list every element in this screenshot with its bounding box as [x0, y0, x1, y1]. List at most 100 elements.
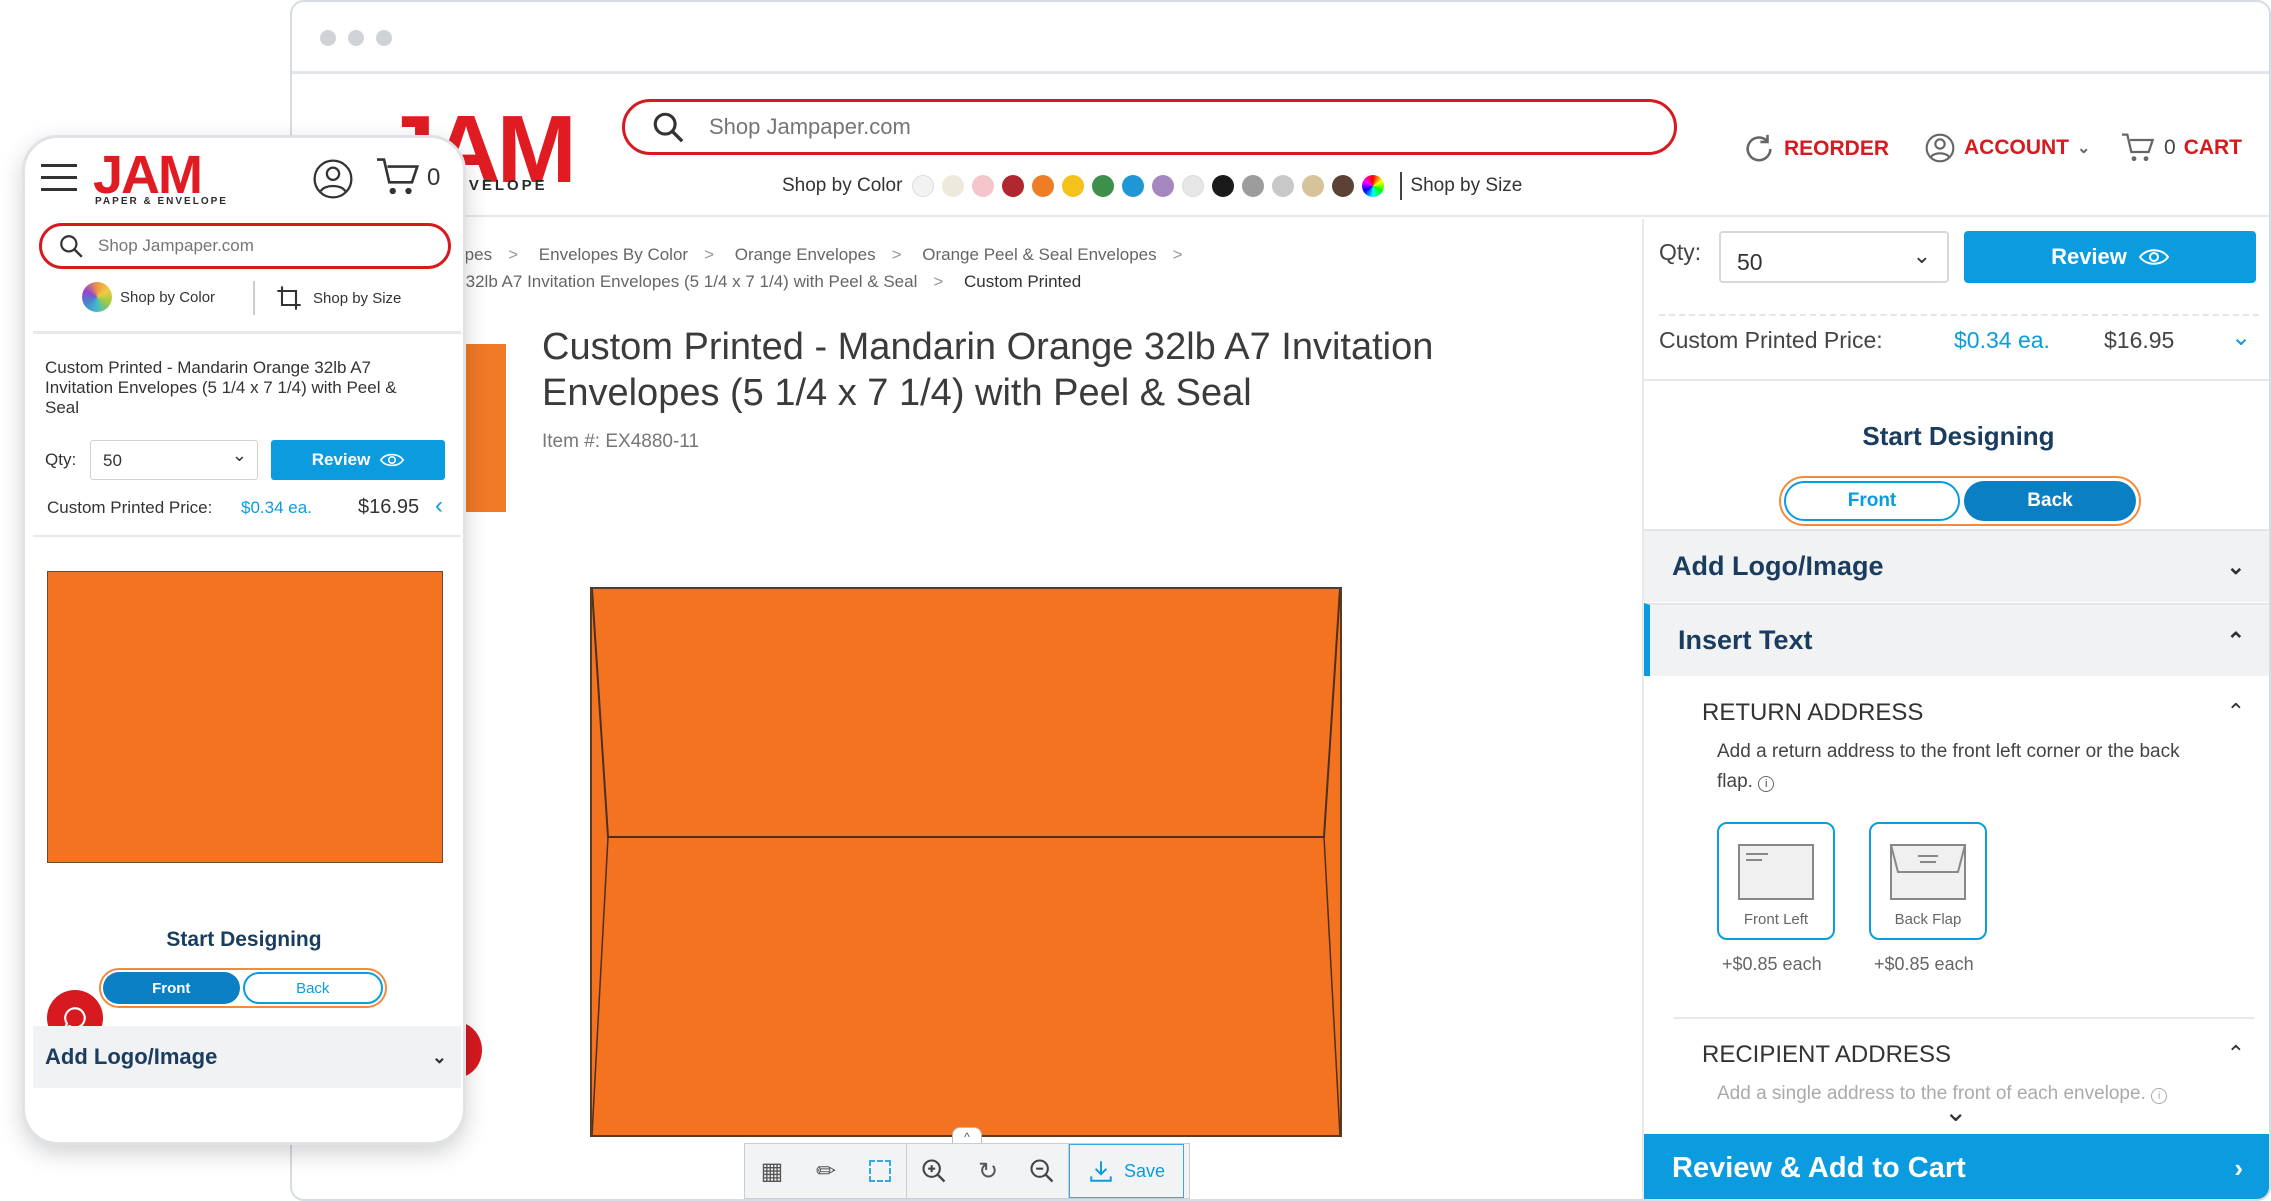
accordion-add-logo[interactable]: Add Logo/Image ⌄	[1644, 529, 2269, 602]
chevron-up-icon[interactable]: ⌃	[2227, 699, 2245, 725]
search-icon	[653, 112, 684, 143]
review-button[interactable]: Review	[271, 440, 445, 480]
save-button[interactable]: Save	[1069, 1144, 1185, 1198]
color-swatch[interactable]	[1122, 175, 1145, 197]
accordion-insert-text[interactable]: Insert Text ⌃	[1644, 603, 2269, 676]
review-add-to-cart-button[interactable]: Review & Add to Cart ›	[1644, 1134, 2269, 1199]
color-swatch[interactable]	[1032, 175, 1055, 197]
search-icon	[60, 235, 83, 258]
review-label: Review	[311, 450, 371, 469]
color-swatch[interactable]	[912, 175, 935, 197]
grid-icon[interactable]: ▦	[745, 1144, 799, 1198]
color-swatch[interactable]	[1092, 175, 1115, 197]
option-back-flap[interactable]: Back Flap	[1869, 822, 1987, 940]
color-swatch[interactable]	[1332, 175, 1355, 197]
chevron-left-icon[interactable]: ‹	[435, 492, 443, 520]
qty-row: Qty: 50 ⌄ Review	[1644, 219, 2269, 314]
cart-label: CART	[2183, 136, 2243, 159]
color-swatch[interactable]	[1272, 175, 1295, 197]
back-toggle[interactable]: Back	[1964, 481, 2136, 521]
hamburger-menu-icon[interactable]	[41, 164, 77, 192]
window-dot[interactable]	[348, 30, 364, 46]
front-toggle[interactable]: Front	[1784, 481, 1960, 521]
return-address-heading[interactable]: RETURN ADDRESS	[1702, 699, 1923, 727]
breadcrumb-item[interactable]: Envelopes By Color	[539, 245, 688, 264]
divider	[1674, 1017, 2254, 1019]
envelope-flap-lines	[592, 589, 1340, 1135]
eye-check-icon	[2138, 249, 2169, 265]
front-toggle[interactable]: Front	[103, 972, 240, 1004]
color-swatch[interactable]	[1212, 175, 1235, 197]
accordion-title: Insert Text	[1678, 625, 1813, 655]
price-total: $16.95	[358, 496, 420, 518]
search-bar[interactable]	[39, 223, 451, 269]
window-dot[interactable]	[376, 30, 392, 46]
price-row[interactable]: Custom Printed Price: $0.34 ea. $16.95 ⌄	[1659, 324, 2259, 354]
download-icon	[1090, 1161, 1112, 1182]
color-swatches	[912, 175, 1362, 197]
option-label: Front Left	[1743, 911, 1809, 928]
qty-select[interactable]: 50 ⌄	[1719, 231, 1949, 283]
rainbow-swatch[interactable]	[1362, 175, 1385, 197]
back-toggle[interactable]: Back	[242, 972, 383, 1004]
site-header: JAM ENVELOPE Shop by Color Shop by Size …	[292, 77, 2269, 217]
search-bar[interactable]	[622, 99, 1677, 155]
divider	[33, 331, 461, 334]
reset-icon[interactable]: ↻	[961, 1144, 1015, 1198]
color-swatch[interactable]	[1002, 175, 1025, 197]
side-toggle: Front Back	[1779, 476, 2141, 526]
ruler-icon[interactable]: ✏	[799, 1144, 853, 1198]
review-button[interactable]: Review	[1964, 231, 2256, 283]
color-swatch[interactable]	[1182, 175, 1205, 197]
qty-select[interactable]: 50 ⌄	[90, 440, 258, 480]
shop-by-color-link[interactable]: Shop by Color	[782, 175, 902, 197]
review-label: Review	[2051, 244, 2127, 269]
reorder-link[interactable]: REORDER	[1742, 132, 1889, 166]
chevron-down-icon[interactable]: ⌄	[2231, 323, 2251, 352]
account-link[interactable]: ACCOUNT ⌄	[1924, 132, 2090, 164]
cart-icon[interactable]	[375, 156, 421, 198]
price-total: $16.95	[2104, 327, 2175, 353]
envelope-preview[interactable]	[590, 587, 1342, 1137]
zoom-out-icon[interactable]	[1015, 1144, 1069, 1198]
option-front-left[interactable]: Front Left	[1717, 822, 1835, 940]
color-swatch[interactable]	[942, 175, 965, 197]
zoom-in-icon[interactable]	[907, 1144, 961, 1198]
cart-link[interactable]: 0 CART	[2120, 132, 2242, 164]
color-swatch[interactable]	[1152, 175, 1175, 197]
info-icon[interactable]: i	[2151, 1088, 2168, 1104]
breadcrumb-item[interactable]: ge 32lb A7 Invitation Envelopes (5 1/4 x…	[442, 272, 917, 291]
crop-icon	[277, 286, 301, 310]
color-swatch[interactable]	[1062, 175, 1085, 197]
color-swatch[interactable]	[972, 175, 995, 197]
browser-chrome	[292, 2, 2269, 74]
front-left-envelope-icon	[1738, 844, 1814, 900]
search-input[interactable]	[98, 236, 438, 256]
back-flap-envelope-icon	[1890, 844, 1966, 900]
chevron-up-icon[interactable]: ⌃	[2227, 1041, 2245, 1067]
envelope-preview[interactable]	[47, 571, 443, 863]
account-icon[interactable]	[312, 158, 354, 200]
info-icon[interactable]: i	[1758, 776, 1775, 792]
color-swatch[interactable]	[1302, 175, 1325, 197]
breadcrumb-item[interactable]: Orange Peel & Seal Envelopes	[922, 245, 1156, 264]
accordion-add-logo[interactable]: Add Logo/Image ⌄	[33, 1026, 461, 1088]
color-swatch[interactable]	[1242, 175, 1265, 197]
design-canvas-area: elopes > Envelopes By Color > Orange Envel…	[292, 219, 1642, 1199]
price-label: Custom Printed Price:	[47, 498, 213, 517]
breadcrumb-item[interactable]: Orange Envelopes	[735, 245, 876, 264]
divider	[1659, 314, 2259, 316]
option-price: +$0.85 each	[1722, 954, 1822, 974]
search-input[interactable]	[709, 114, 1609, 140]
jam-logo[interactable]: JAM	[93, 148, 203, 202]
window-dot[interactable]	[320, 30, 336, 46]
scroll-down-icon[interactable]: ⌄	[1944, 1095, 1967, 1128]
account-icon	[1925, 133, 1955, 163]
chevron-down-icon: ⌄	[1912, 243, 1931, 268]
shop-by-size-link[interactable]: Shop by Size	[275, 284, 401, 312]
recipient-address-heading[interactable]: RECIPIENT ADDRESS	[1702, 1041, 1951, 1069]
shop-by-color-link[interactable]: Shop by Color	[82, 282, 215, 312]
option-label: Back Flap	[1894, 911, 1962, 928]
select-area-icon[interactable]	[853, 1144, 907, 1198]
shop-by-size-link[interactable]: Shop by Size	[1410, 175, 1522, 197]
